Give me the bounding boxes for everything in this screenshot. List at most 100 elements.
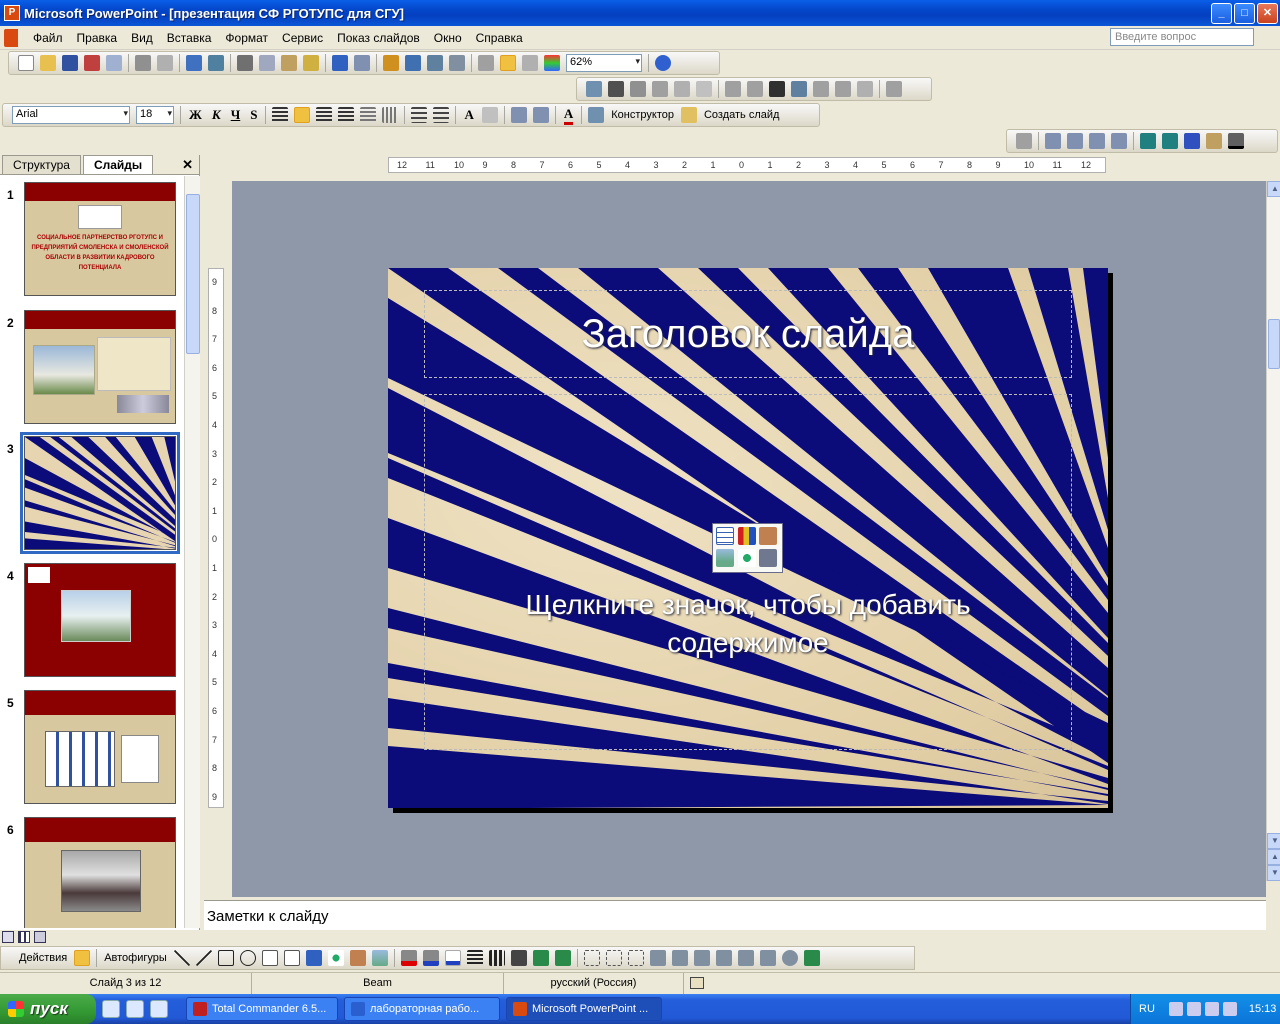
paste-icon[interactable] xyxy=(281,55,297,71)
rectangle-icon[interactable] xyxy=(217,950,234,966)
textbox-icon[interactable] xyxy=(261,950,278,966)
direction-icon[interactable] xyxy=(1162,133,1178,149)
group-icon[interactable] xyxy=(583,950,600,966)
research-icon[interactable] xyxy=(208,55,224,71)
minimize-button[interactable]: _ xyxy=(1211,2,1232,24)
line-icon[interactable] xyxy=(173,950,190,966)
arrow-icon[interactable] xyxy=(195,950,212,966)
recolor-icon[interactable] xyxy=(813,81,829,97)
select-pointer-icon[interactable] xyxy=(74,950,91,966)
menu-format[interactable]: Формат xyxy=(218,31,275,45)
expand-all-icon[interactable] xyxy=(478,55,494,71)
thumbnail-row[interactable]: 4 xyxy=(0,563,184,680)
set-transparent-icon[interactable] xyxy=(857,81,873,97)
distribute-icon[interactable] xyxy=(360,107,377,123)
close-button[interactable]: ✕ xyxy=(1257,2,1278,24)
lighting-icon[interactable] xyxy=(1184,133,1200,149)
thumbnail-row[interactable]: 1 СОЦИАЛЬНОЕ ПАРТНЕРСТВО РГОТУПС И ПРЕДП… xyxy=(0,182,184,299)
help-icon[interactable] xyxy=(655,55,671,71)
align-right-icon[interactable] xyxy=(316,107,333,123)
insert-picture-icon[interactable] xyxy=(586,81,602,97)
network-icon[interactable] xyxy=(1168,1002,1183,1016)
taskbar-item[interactable]: Total Commander 6.5... xyxy=(186,997,338,1021)
wordart-icon[interactable] xyxy=(305,950,322,966)
italic-button[interactable]: К xyxy=(212,107,221,123)
justify-icon[interactable] xyxy=(338,107,355,123)
font-color-button[interactable]: A xyxy=(563,106,574,125)
ungroup-icon[interactable] xyxy=(605,950,622,966)
slide-scrollbar[interactable]: ▲ ▼ ▲ ▼ xyxy=(1266,181,1280,881)
menu-slideshow[interactable]: Показ слайдов xyxy=(330,31,427,45)
new-slide-icon[interactable] xyxy=(680,107,697,123)
flip-icon[interactable] xyxy=(737,950,754,966)
scroll-thumb[interactable] xyxy=(1268,319,1280,369)
volume-icon[interactable] xyxy=(1186,1002,1201,1016)
less-brightness-icon[interactable] xyxy=(696,81,712,97)
color-icon[interactable] xyxy=(608,81,624,97)
taskbar-item[interactable]: лабораторная рабо... xyxy=(344,997,500,1021)
pane-close-icon[interactable]: ✕ xyxy=(182,157,193,173)
scroll-thumb[interactable] xyxy=(186,194,200,354)
grow-font-button[interactable]: A xyxy=(464,107,473,123)
color-grayscale-icon[interactable] xyxy=(544,55,560,71)
show-formatting-icon[interactable] xyxy=(500,55,516,71)
fill-color-icon[interactable] xyxy=(400,950,417,966)
thumbnail-slide-4[interactable] xyxy=(24,563,176,677)
3d-color-icon[interactable] xyxy=(1228,133,1244,149)
clipart-icon[interactable] xyxy=(349,950,366,966)
notes-pane[interactable]: Заметки к слайду xyxy=(204,900,1266,930)
surface-icon[interactable] xyxy=(1206,133,1222,149)
arrow-style-icon[interactable] xyxy=(510,950,527,966)
taskbar-item[interactable]: Microsoft PowerPoint ... xyxy=(506,997,662,1021)
normal-view-icon[interactable] xyxy=(2,931,14,943)
line-style-icon[interactable] xyxy=(769,81,785,97)
shadow-style-icon[interactable] xyxy=(532,950,549,966)
slide-title[interactable]: Заголовок слайда xyxy=(424,312,1072,357)
dash-style-icon[interactable] xyxy=(488,950,505,966)
hyperlink-icon[interactable] xyxy=(449,55,465,71)
menu-help[interactable]: Справка xyxy=(469,31,530,45)
thumbnail-slide-1[interactable]: СОЦИАЛЬНОЕ ПАРТНЕРСТВО РГОТУПС И ПРЕДПРИ… xyxy=(24,182,176,296)
tilt-up-icon[interactable] xyxy=(1067,133,1083,149)
oval-icon[interactable] xyxy=(239,950,256,966)
new-icon[interactable] xyxy=(18,55,34,71)
align-center-icon[interactable] xyxy=(294,107,311,123)
order-icon[interactable] xyxy=(759,950,776,966)
slideshow-icon[interactable] xyxy=(34,931,46,943)
format-picture-icon[interactable] xyxy=(835,81,851,97)
copy-icon[interactable] xyxy=(259,55,275,71)
line-color-icon[interactable] xyxy=(422,950,439,966)
thumbnail-slide-6[interactable] xyxy=(24,817,176,928)
tilt-right-icon[interactable] xyxy=(1111,133,1127,149)
bullets-icon[interactable] xyxy=(433,107,450,123)
font-size-select[interactable]: 18 xyxy=(136,106,174,124)
thumbnail-scrollbar[interactable] xyxy=(184,176,200,928)
thumbnail-slide-2[interactable] xyxy=(24,310,176,424)
reset-picture-icon[interactable] xyxy=(886,81,902,97)
scroll-up-icon[interactable]: ▲ xyxy=(1267,181,1280,197)
quicklaunch-desktop-icon[interactable] xyxy=(150,1000,168,1018)
3d-settings-icon[interactable] xyxy=(803,950,820,966)
align-left-icon[interactable] xyxy=(272,107,289,123)
current-slide[interactable]: Заголовок слайда Щелкните значок, чтобы … xyxy=(388,268,1108,808)
diagram-icon[interactable] xyxy=(327,950,344,966)
numbering-icon[interactable] xyxy=(411,107,428,123)
cut-icon[interactable] xyxy=(237,55,253,71)
regroup-icon[interactable] xyxy=(627,950,644,966)
tab-outline[interactable]: Структура xyxy=(2,155,81,174)
ask-question-input[interactable]: Введите вопрос xyxy=(1110,28,1254,46)
email-icon[interactable] xyxy=(106,55,122,71)
menu-edit[interactable]: Правка xyxy=(70,31,125,45)
depth-icon[interactable] xyxy=(1140,133,1156,149)
print-icon[interactable] xyxy=(135,55,151,71)
slide-sorter-icon[interactable] xyxy=(18,931,30,943)
rotate-left-icon[interactable] xyxy=(715,950,732,966)
percent-icon[interactable] xyxy=(1016,133,1032,149)
decrease-indent-icon[interactable] xyxy=(510,107,527,123)
thumbnail-row[interactable]: 2 xyxy=(0,310,184,427)
insert-picture-icon[interactable] xyxy=(716,549,734,567)
menu-file[interactable]: Файл xyxy=(26,31,70,45)
quicklaunch-media-icon[interactable] xyxy=(102,1000,120,1018)
insert-table-icon[interactable] xyxy=(716,527,734,545)
grid-icon[interactable] xyxy=(522,55,538,71)
